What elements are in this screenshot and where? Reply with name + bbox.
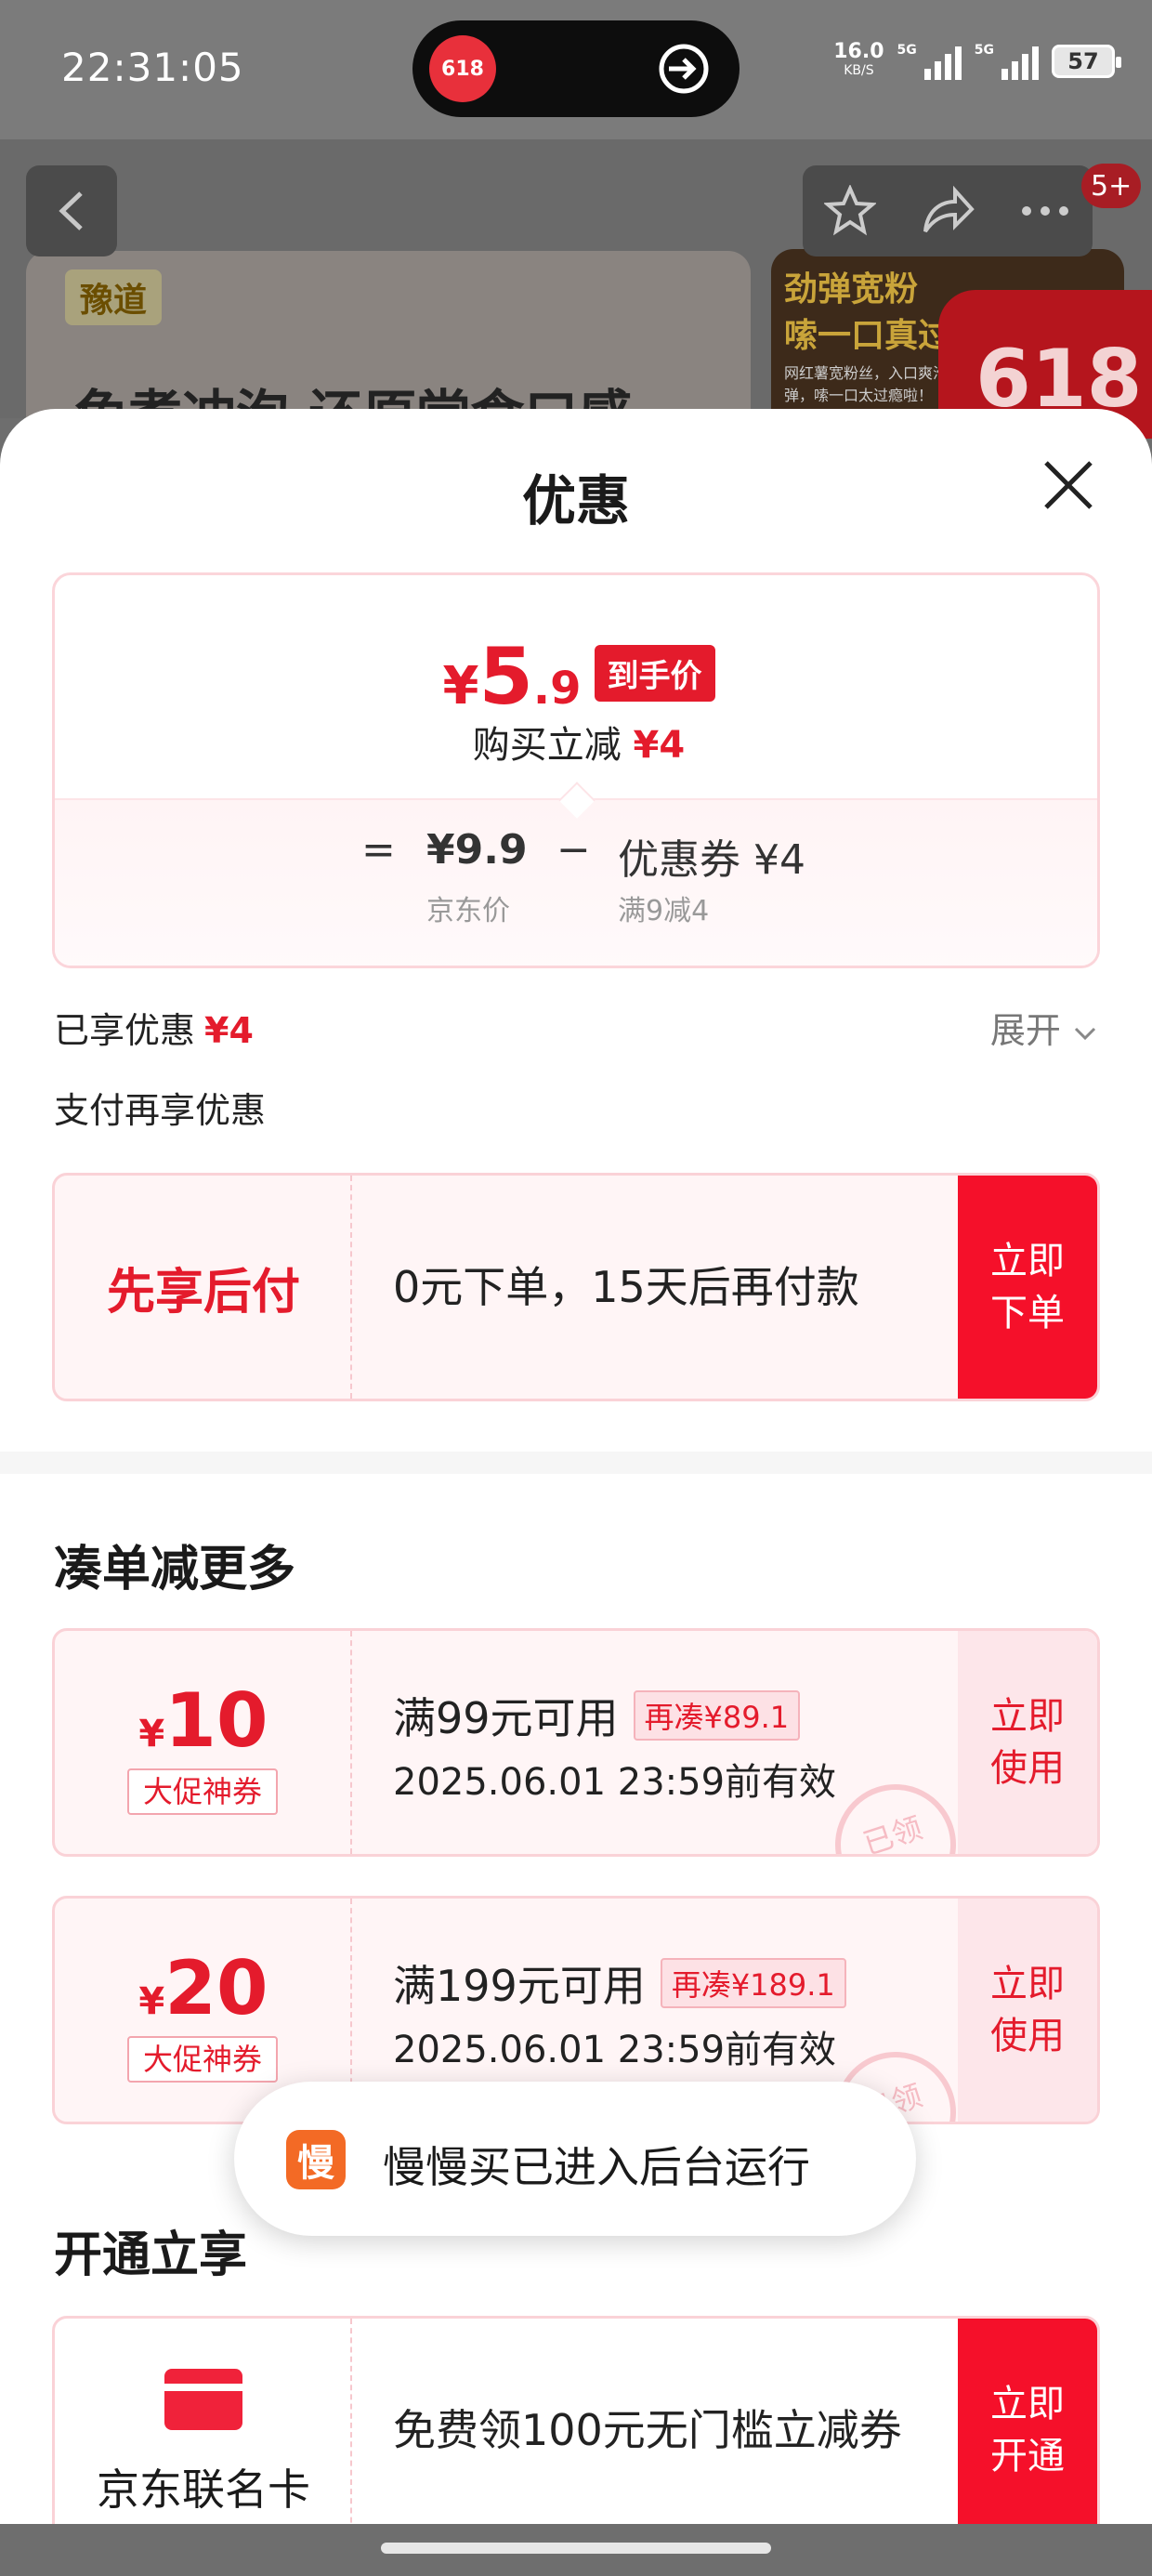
status-bar: 22:31:05 618 16.0 KB/S 5G 5G 57 (0, 0, 1152, 139)
pay-later-mid: 0元下单，15天后再付款 (352, 1176, 952, 1399)
signal-icon (1001, 43, 1039, 80)
dynamic-island[interactable]: 618 (412, 20, 740, 117)
expand-label: 展开 (989, 1010, 1061, 1051)
chevron-down-icon (1074, 1027, 1096, 1041)
coupon-extra-tag: 再凑¥89.1 (633, 1690, 801, 1741)
final-price-tag: 到手价 (594, 645, 715, 702)
final-price: ¥ 5 .9 到手价 (55, 631, 1097, 722)
coupon-card[interactable]: ¥10 大促神券 满99元可用 再凑¥89.1 2025.06.01 23:59… (52, 1628, 1100, 1857)
exit-arrow-icon[interactable] (656, 41, 712, 97)
system-nav-bar (0, 2524, 1152, 2576)
expand-button[interactable]: 展开 (990, 1002, 1098, 1053)
coupon-left: ¥10 大促神券 (55, 1631, 352, 1854)
chevron-left-icon (59, 191, 83, 230)
enjoyed-label: 已享优惠 (54, 1010, 196, 1051)
signal-icon (923, 43, 962, 80)
enjoyed-value: ¥4 (204, 1010, 254, 1051)
pay-later-left: 先享后付 (55, 1176, 352, 1399)
star-icon[interactable] (824, 185, 877, 237)
pay-later-desc: 0元下单，15天后再付款 (393, 1262, 859, 1312)
message-badge: 5+ (1081, 164, 1142, 208)
share-icon[interactable] (920, 185, 975, 237)
background-run-toast: 慢 慢慢买已进入后台运行 (234, 2082, 916, 2236)
enjoyed-discount: 已享优惠 ¥4 (54, 1002, 254, 1053)
jd-price-label: 京东价 (426, 895, 510, 927)
credit-card-icon (164, 2369, 242, 2430)
more-icon[interactable] (1019, 202, 1071, 220)
coupon-deduct: 优惠券 ¥4 (618, 836, 805, 884)
reduce-label: 购买立减 (472, 724, 622, 767)
use-coupon-button[interactable]: 立即 使用 (958, 1899, 1097, 2122)
net-speed: 16.0 KB/S (833, 40, 884, 79)
cobrand-desc: 免费领100元无门槛立减券 (393, 2405, 902, 2455)
sheet-title: 优惠 (521, 469, 630, 532)
pay-later-title: 先享后付 (106, 1264, 300, 1321)
toast-message: 慢慢买已进入后台运行 (383, 2142, 810, 2192)
order-now-button[interactable]: 立即 下单 (958, 1176, 1097, 1399)
home-handle[interactable] (381, 2543, 771, 2554)
coupon-type-tag: 大促神券 (127, 2036, 278, 2083)
pay-more-label: 支付再享优惠 (54, 1090, 267, 1131)
open-now-button[interactable]: 立即 开通 (958, 2319, 1097, 2537)
coupon-amount: ¥20 (55, 1945, 352, 2031)
signal-label-2: 5G (974, 43, 994, 58)
coupon-condition-text: 满99元可用 (393, 1693, 619, 1743)
cobrand-label: 京东联名卡 (97, 2464, 310, 2515)
use-coupon-button[interactable]: 立即 使用 (958, 1631, 1097, 1854)
jd-price: ¥9.9 (426, 826, 528, 874)
coupon-expiry: 2025.06.01 23:59前有效 (393, 1761, 837, 1804)
section-divider (0, 1452, 1152, 1474)
coupon-condition-text: 满199元可用 (393, 1961, 646, 2011)
section-more-title: 凑单减更多 (54, 1542, 296, 1597)
price-summary-card: ¥ 5 .9 到手价 购买立减 ¥4 = ¥9.9 京东价 − 优惠券 ¥4 满… (52, 572, 1100, 968)
claimed-stamp: 已领 (819, 1768, 972, 1854)
back-button[interactable] (26, 165, 117, 256)
coupon-mid: 满99元可用 再凑¥89.1 2025.06.01 23:59前有效 已领 (352, 1631, 972, 1854)
island-logo-icon: 618 (429, 35, 496, 102)
price-decimal: .9 (532, 663, 582, 715)
equals-sign: = (361, 826, 396, 874)
coupon-condition: 满99元可用 再凑¥89.1 (393, 1685, 801, 1746)
price-breakdown (55, 798, 1097, 966)
section-open-title: 开通立享 (54, 2228, 248, 2283)
coupon-type-tag: 大促神券 (127, 1768, 278, 1815)
coupon-rule: 满9减4 (618, 895, 710, 927)
cobrand-card-row[interactable]: 京东联名卡 免费领100元无门槛立减券 立即 开通 (52, 2316, 1100, 2537)
coupon-expiry: 2025.06.01 23:59前有效 (393, 2029, 837, 2071)
coupon-yen: ¥ (138, 1713, 165, 1755)
coupon-yen: ¥ (138, 1980, 165, 2023)
coupon-value: 20 (164, 1945, 268, 2031)
buy-reduce-line: 购买立减 ¥4 (55, 715, 1097, 769)
reduce-value: ¥4 (633, 724, 686, 767)
coupon-value: 10 (164, 1677, 268, 1764)
close-icon[interactable] (1039, 455, 1098, 515)
cobrand-left: 京东联名卡 (55, 2319, 352, 2537)
minus-sign: − (556, 826, 591, 874)
battery-icon: 57 (1052, 45, 1121, 78)
signal-label-1: 5G (897, 43, 917, 58)
pay-later-card[interactable]: 先享后付 0元下单，15天后再付款 立即 下单 (52, 1173, 1100, 1401)
status-indicators: 16.0 KB/S 5G 5G 57 (833, 40, 1121, 80)
coupon-condition: 满199元可用 再凑¥189.1 (393, 1952, 846, 2014)
status-time: 22:31:05 (61, 45, 244, 90)
price-integer: 5 (478, 631, 533, 722)
top-action-bar (803, 165, 1093, 256)
cobrand-mid: 免费领100元无门槛立减券 (352, 2319, 952, 2537)
coupon-extra-tag: 再凑¥189.1 (660, 1958, 846, 2008)
price-currency: ¥ (442, 656, 479, 716)
app-icon: 慢 (286, 2130, 346, 2189)
bg-promo-line1: 劲弹宽粉 (784, 270, 919, 309)
bg-brand-logo: 豫道 (65, 269, 163, 325)
coupon-amount: ¥10 (55, 1677, 352, 1764)
